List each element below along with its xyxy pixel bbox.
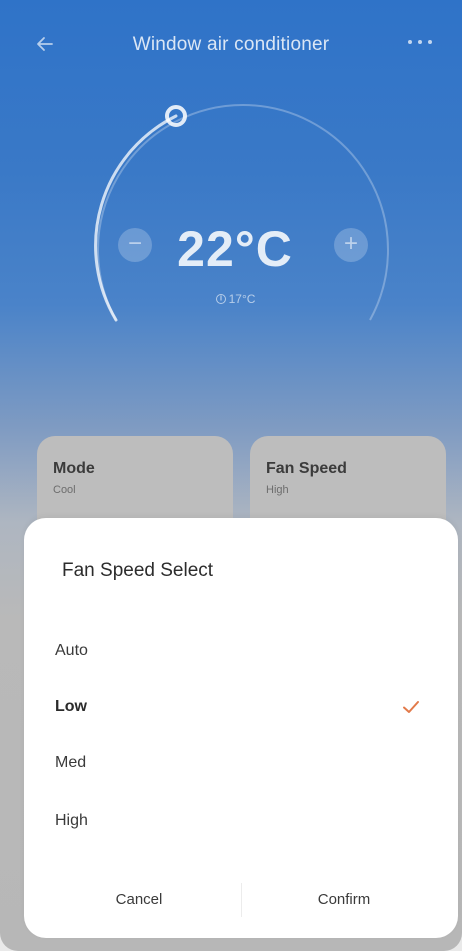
decrease-temperature-button[interactable]: − — [118, 228, 152, 262]
cancel-button[interactable]: Cancel — [64, 880, 214, 920]
increase-temperature-button[interactable]: + — [334, 228, 368, 262]
more-horizontal-icon — [408, 40, 432, 44]
fan-speed-value: High — [266, 484, 289, 496]
sheet-title: Fan Speed Select — [62, 560, 214, 581]
more-button[interactable] — [400, 28, 440, 56]
check-icon — [403, 701, 419, 713]
target-temperature: 22°C — [177, 221, 293, 277]
screen: Window air conditioner − 22°C + 17°C Mod… — [0, 0, 462, 951]
room-temperature: 17°C — [180, 292, 290, 306]
option-high[interactable]: High — [24, 800, 458, 844]
page-title: Window air conditioner — [132, 34, 330, 55]
option-label: Low — [55, 698, 87, 715]
room-thermometer-icon — [215, 294, 226, 304]
mode-value: Cool — [53, 484, 76, 496]
fan-speed-label: Fan Speed — [266, 460, 347, 477]
option-low[interactable]: Low — [24, 686, 458, 730]
header-bar: Window air conditioner — [0, 22, 462, 66]
option-med[interactable]: Med — [24, 742, 458, 786]
option-label: High — [55, 812, 88, 829]
confirm-button[interactable]: Confirm — [269, 880, 419, 920]
option-label: Med — [55, 754, 87, 771]
button-divider — [241, 883, 242, 917]
option-label: Auto — [55, 642, 88, 659]
room-temperature-value: 17°C — [228, 292, 256, 306]
mode-label: Mode — [53, 460, 95, 477]
fan-speed-sheet: Fan Speed Select Auto Low Med High Cance… — [24, 518, 458, 938]
option-auto[interactable]: Auto — [24, 630, 458, 674]
